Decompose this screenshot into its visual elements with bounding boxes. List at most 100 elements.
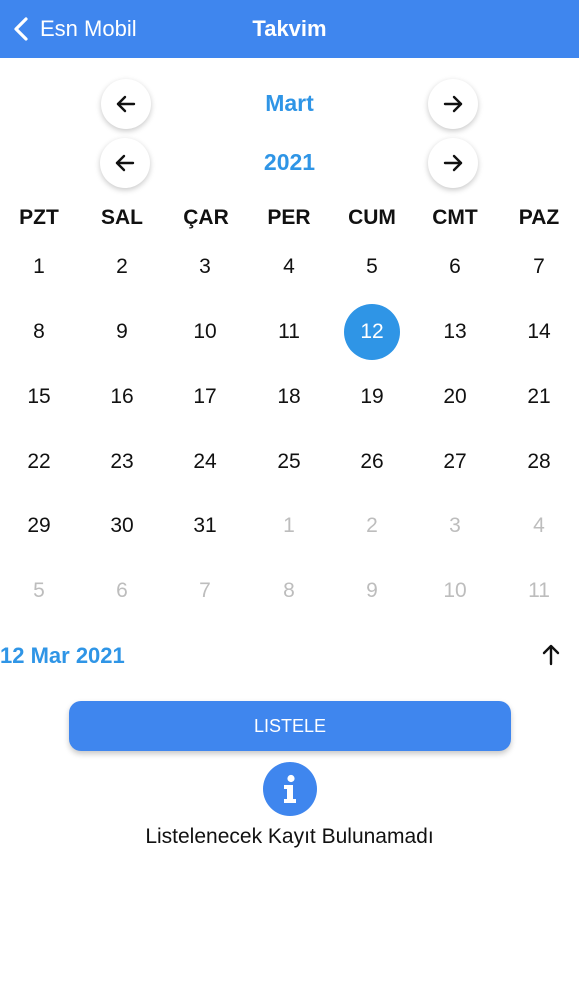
calendar-day[interactable]: 10 <box>164 302 246 362</box>
info-glyph-icon <box>284 774 296 803</box>
calendar-day[interactable]: 15 <box>0 367 80 427</box>
arrow-up-icon <box>542 644 560 666</box>
day-number: 8 <box>33 320 45 343</box>
calendar-day[interactable]: 14 <box>498 302 579 362</box>
calendar-day[interactable]: 31 <box>164 496 246 556</box>
day-number: 30 <box>110 514 134 537</box>
calendar-day[interactable]: 7 <box>498 237 579 297</box>
calendar-day[interactable]: 5 <box>331 237 413 297</box>
calendar-day-outside-month[interactable]: 5 <box>0 561 80 621</box>
day-number: 9 <box>116 320 128 343</box>
calendar-day[interactable]: 1 <box>0 237 80 297</box>
calendar-day[interactable]: 23 <box>81 432 163 492</box>
calendar-day[interactable]: 28 <box>498 432 579 492</box>
calendar-day[interactable]: 29 <box>0 496 80 556</box>
day-number: 9 <box>366 579 378 602</box>
selected-date-label: 12 Mar 2021 <box>0 643 125 668</box>
weekday-header: PZT SAL ÇAR PER CUM CMT PAZ <box>0 202 579 236</box>
calendar-day[interactable]: 30 <box>81 496 163 556</box>
prev-year-button[interactable] <box>100 138 150 188</box>
day-number: 11 <box>528 579 550 602</box>
day-number: 14 <box>527 320 551 343</box>
calendar-day-outside-month[interactable]: 1 <box>248 496 330 556</box>
calendar-day[interactable]: 22 <box>0 432 80 492</box>
calendar-day-outside-month[interactable]: 2 <box>331 496 413 556</box>
day-number: 10 <box>443 579 467 602</box>
weekday-label: PER <box>267 206 311 229</box>
calendar-day[interactable]: 3 <box>164 237 246 297</box>
calendar-day[interactable]: 17 <box>164 367 246 427</box>
day-number: 15 <box>27 385 51 408</box>
day-number: 28 <box>527 450 551 473</box>
day-number: 5 <box>366 255 378 278</box>
day-number: 21 <box>527 385 551 408</box>
next-month-button[interactable] <box>428 79 478 129</box>
arrow-left-icon <box>116 95 136 113</box>
day-number: 5 <box>33 579 45 602</box>
weekday-label: ÇAR <box>183 206 229 229</box>
day-number: 29 <box>27 514 51 537</box>
day-number: 16 <box>110 385 134 408</box>
calendar-day[interactable]: 26 <box>331 432 413 492</box>
calendar-day[interactable]: 20 <box>414 367 496 427</box>
navbar: Esn Mobil Takvim <box>0 0 579 58</box>
day-number: 19 <box>360 385 384 408</box>
info-icon <box>263 762 317 816</box>
day-number: 31 <box>193 514 217 537</box>
day-number: 2 <box>116 255 128 278</box>
arrow-left-icon <box>115 154 135 172</box>
collapse-calendar-button[interactable] <box>538 640 564 670</box>
page-title: Takvim <box>252 16 327 41</box>
calendar-day[interactable]: 6 <box>414 237 496 297</box>
calendar-day-outside-month[interactable]: 4 <box>498 496 579 556</box>
weekday-label: SAL <box>101 206 143 229</box>
calendar-day[interactable]: 9 <box>81 302 163 362</box>
arrow-right-icon <box>443 154 463 172</box>
calendar-day-outside-month[interactable]: 7 <box>164 561 246 621</box>
calendar-day[interactable]: 2 <box>81 237 163 297</box>
calendar-day-outside-month[interactable]: 8 <box>248 561 330 621</box>
calendar-day[interactable]: 27 <box>414 432 496 492</box>
calendar-day[interactable]: 11 <box>248 302 330 362</box>
day-number: 8 <box>283 579 295 602</box>
calendar-day-outside-month[interactable]: 11 <box>498 561 579 621</box>
weekday-label: CUM <box>348 206 396 229</box>
calendar-day[interactable]: 19 <box>331 367 413 427</box>
calendar-day[interactable]: 13 <box>414 302 496 362</box>
day-number: 4 <box>533 514 545 537</box>
weekday-label: PZT <box>19 206 59 229</box>
day-number: 1 <box>33 255 45 278</box>
calendar-day[interactable]: 24 <box>164 432 246 492</box>
prev-month-button[interactable] <box>101 79 151 129</box>
calendar-day[interactable]: 21 <box>498 367 579 427</box>
calendar-day[interactable]: 18 <box>248 367 330 427</box>
day-number: 6 <box>116 579 128 602</box>
calendar-day-outside-month[interactable]: 10 <box>414 561 496 621</box>
day-number: 3 <box>199 255 211 278</box>
calendar-day-outside-month[interactable]: 3 <box>414 496 496 556</box>
day-number: 17 <box>193 385 217 408</box>
day-number: 23 <box>110 450 134 473</box>
day-number: 2 <box>366 514 378 537</box>
next-year-button[interactable] <box>428 138 478 188</box>
day-number: 27 <box>443 450 467 473</box>
day-number: 18 <box>277 385 301 408</box>
arrow-right-icon <box>443 95 463 113</box>
day-number: 6 <box>449 255 461 278</box>
empty-state-message: Listelenecek Kayıt Bulunamadı <box>145 825 434 848</box>
list-button[interactable]: LISTELE <box>69 701 511 751</box>
calendar-day[interactable]: 25 <box>248 432 330 492</box>
calendar-day[interactable]: 16 <box>81 367 163 427</box>
month-label: Mart <box>265 90 314 116</box>
day-number: 7 <box>199 579 211 602</box>
year-label: 2021 <box>263 149 316 175</box>
calendar-day[interactable]: 4 <box>248 237 330 297</box>
day-number: 20 <box>443 385 467 408</box>
calendar-day[interactable]: 8 <box>0 302 80 362</box>
weekday-label: CMT <box>432 206 478 229</box>
calendar-day-outside-month[interactable]: 6 <box>81 561 163 621</box>
day-number: 26 <box>360 450 384 473</box>
calendar-day-outside-month[interactable]: 9 <box>331 561 413 621</box>
calendar-day[interactable]: 12 <box>331 302 413 362</box>
day-number: 12 <box>344 304 400 360</box>
